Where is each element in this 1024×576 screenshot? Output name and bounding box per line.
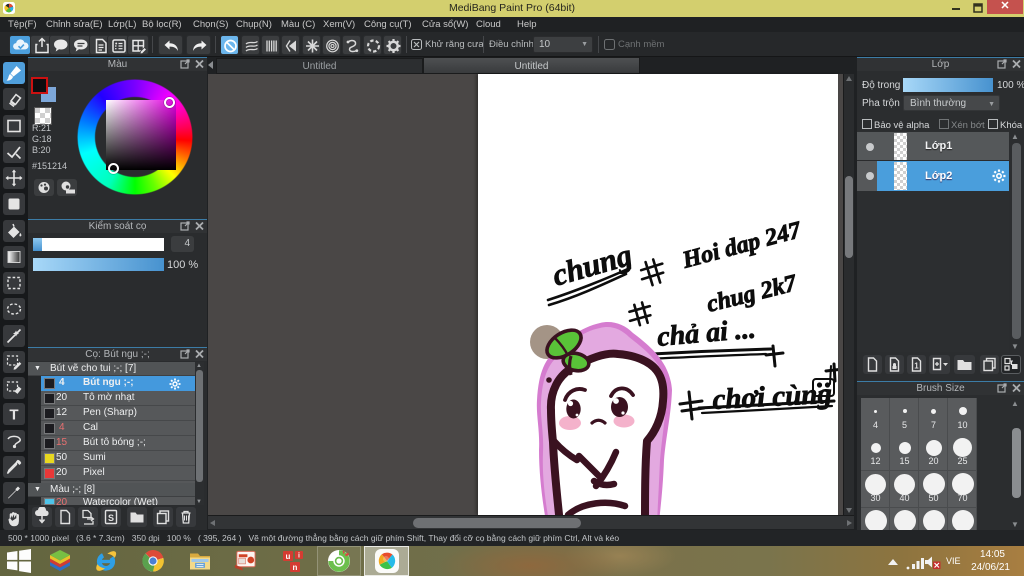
svg-text:i: i [298, 553, 300, 560]
svg-text:u: u [286, 552, 291, 561]
svg-text:1: 1 [914, 362, 919, 371]
svg-text:Hoi dap 247: Hoi dap 247 [679, 217, 805, 274]
svg-text:chả ai ...: chả ai ... [656, 313, 757, 352]
svg-text:S: S [108, 513, 114, 523]
svg-text:T: T [9, 407, 18, 424]
svg-text:chug 2k7: chug 2k7 [704, 270, 800, 318]
svg-text:n: n [293, 563, 298, 572]
